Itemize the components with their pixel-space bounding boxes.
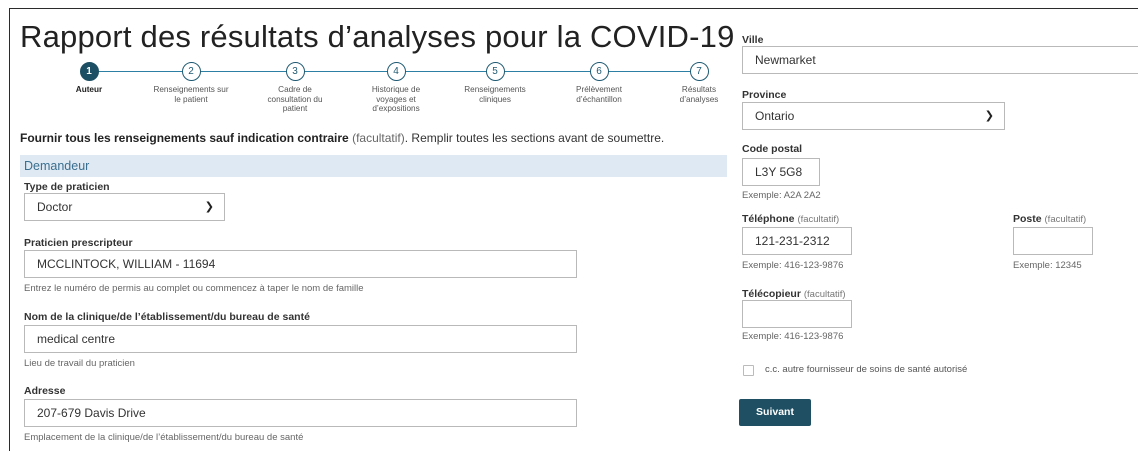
form-frame: Rapport des résultats d’analyses pour la…: [9, 8, 1138, 451]
adresse-help: Emplacement de la clinique/de l’établiss…: [24, 432, 304, 443]
praticien-prescripteur-label: Praticien prescripteur: [24, 237, 133, 249]
province-select[interactable]: Ontario ❯: [742, 102, 1005, 130]
telephone-label: Téléphone (facultatif): [742, 213, 839, 225]
step-number: 7: [689, 62, 709, 81]
step-number: 2: [181, 62, 201, 81]
ville-input[interactable]: Newmarket: [742, 46, 1138, 74]
telephone-help: Exemple: 416-123-9876: [742, 260, 844, 271]
step-label: Auteur: [75, 85, 103, 94]
step-historique-voyages[interactable]: 4 Historique de voyages et d’expositions: [346, 62, 446, 114]
step-number: 5: [485, 62, 505, 81]
instructions-rest: . Remplir toutes les sections avant de s…: [404, 131, 665, 145]
code-postal-label: Code postal: [742, 143, 803, 155]
page-title: Rapport des résultats d’analyses pour la…: [20, 19, 735, 54]
step-label: Cadre de consultation du patient: [267, 85, 323, 113]
praticien-prescripteur-help: Entrez le numéro de permis au complet ou…: [24, 283, 364, 294]
telecopieur-label: Télécopieur (facultatif): [742, 288, 846, 300]
step-cadre-consultation[interactable]: 3 Cadre de consultation du patient: [245, 62, 345, 114]
adresse-input[interactable]: 207-679 Davis Drive: [24, 399, 577, 427]
cc-checkbox-label: c.c. autre fournisseur de soins de santé…: [765, 364, 968, 375]
poste-label-text: Poste: [1013, 213, 1042, 225]
step-number: 4: [386, 62, 406, 81]
step-label: Renseignements sur le patient: [153, 85, 229, 104]
poste-help: Exemple: 12345: [1013, 260, 1082, 271]
ville-label: Ville: [742, 34, 764, 46]
step-number: 3: [285, 62, 305, 81]
poste-label: Poste (facultatif): [1013, 213, 1086, 225]
poste-optional: (facultatif): [1044, 214, 1087, 225]
telecopieur-input[interactable]: [742, 300, 852, 328]
step-prelevement[interactable]: 6 Prélèvement d’échantillon: [549, 62, 649, 104]
step-renseignements-patient[interactable]: 2 Renseignements sur le patient: [141, 62, 241, 104]
suivant-button[interactable]: Suivant: [739, 399, 811, 426]
telecopieur-help: Exemple: 416-123-9876: [742, 331, 844, 342]
telecopieur-optional: (facultatif): [803, 289, 846, 300]
step-resultats[interactable]: 7 Résultats d’analyses: [649, 62, 749, 104]
poste-input[interactable]: [1013, 227, 1093, 255]
type-praticien-label: Type de praticien: [24, 181, 110, 193]
step-label: Historique de voyages et d’expositions: [371, 85, 421, 113]
step-number: 6: [589, 62, 609, 81]
step-renseignements-cliniques[interactable]: 5 Renseignements cliniques: [445, 62, 545, 104]
instructions-text: Fournir tous les renseignements sauf ind…: [20, 131, 664, 145]
step-number: 1: [79, 62, 99, 81]
section-header-demandeur: Demandeur: [20, 155, 727, 177]
step-label: Prélèvement d’échantillon: [576, 85, 622, 104]
instructions-optional: (facultatif): [352, 131, 405, 145]
step-label: Résultats d’analyses: [679, 85, 719, 104]
chevron-down-icon: ❯: [204, 201, 214, 213]
code-postal-help: Exemple: A2A 2A2: [742, 190, 821, 201]
cc-checkbox[interactable]: [743, 365, 754, 376]
chevron-down-icon: ❯: [984, 110, 994, 122]
instructions-bold: Fournir tous les renseignements sauf ind…: [20, 131, 349, 145]
telephone-optional: (facultatif): [797, 214, 840, 225]
clinique-label: Nom de la clinique/de l’établissement/du…: [24, 311, 310, 323]
clinique-help: Lieu de travail du praticien: [24, 358, 135, 369]
praticien-prescripteur-input[interactable]: MCCLINTOCK, WILLIAM - 11694: [24, 250, 577, 278]
type-praticien-select[interactable]: Doctor ❯: [24, 193, 225, 221]
adresse-label: Adresse: [24, 385, 66, 397]
step-label: Renseignements cliniques: [464, 85, 526, 104]
clinique-input[interactable]: medical centre: [24, 325, 577, 353]
telephone-input[interactable]: 121-231-2312: [742, 227, 852, 255]
step-auteur[interactable]: 1 Auteur: [39, 62, 139, 95]
type-praticien-value: Doctor: [37, 200, 73, 214]
province-label: Province: [742, 89, 787, 101]
telecopieur-label-text: Télécopieur: [742, 288, 801, 300]
province-value: Ontario: [755, 109, 795, 123]
telephone-label-text: Téléphone: [742, 213, 795, 225]
code-postal-input[interactable]: L3Y 5G8: [742, 158, 820, 186]
